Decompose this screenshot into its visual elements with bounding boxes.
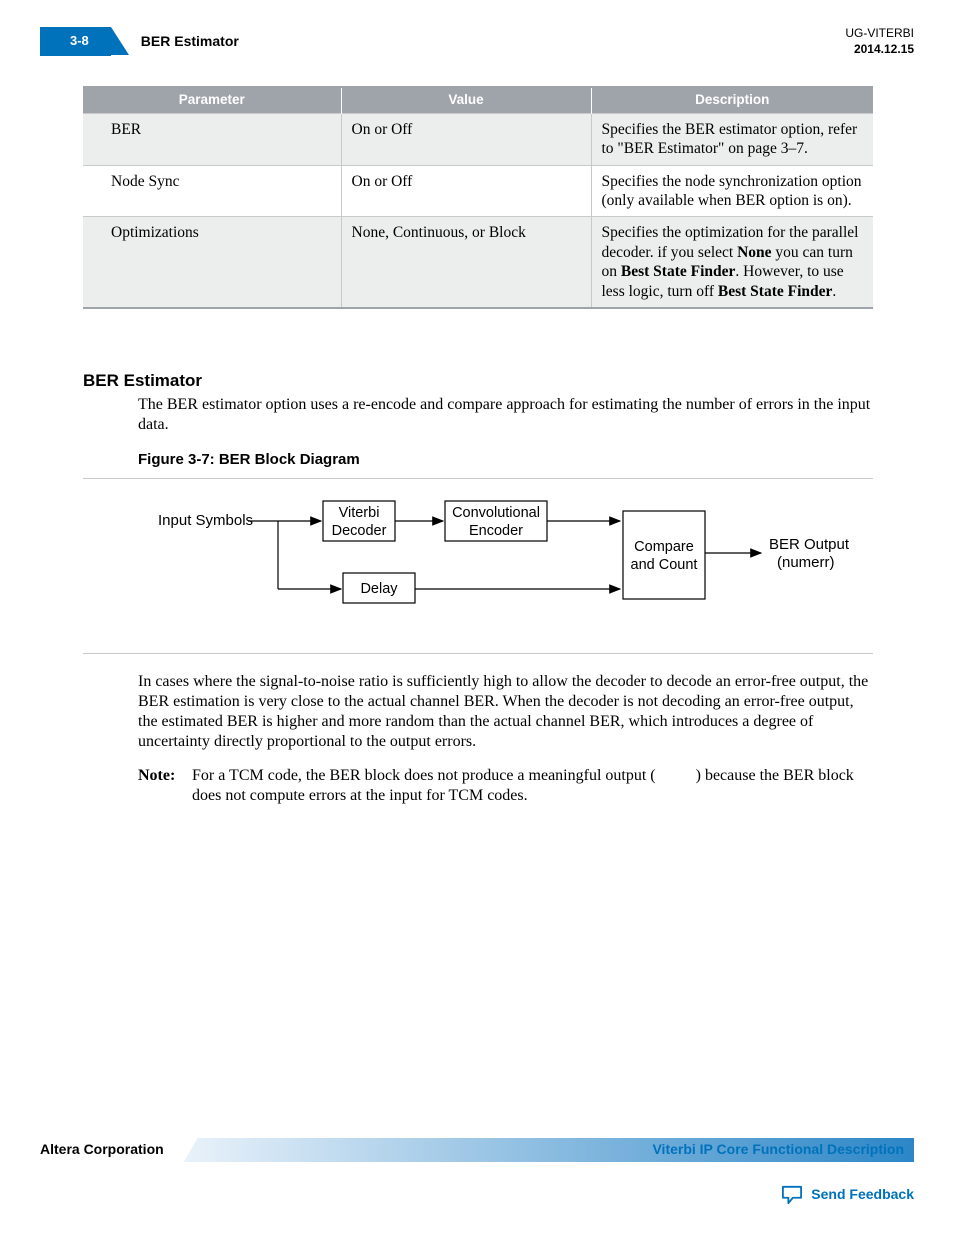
feedback-label: Send Feedback: [811, 1186, 914, 1204]
svg-text:(numerr): (numerr): [777, 554, 835, 571]
cell-desc: Specifies the optimization for the paral…: [591, 217, 873, 308]
header-left: 3-8 BER Estimator: [40, 27, 239, 55]
cell-desc: Specifies the BER estimator option, refe…: [591, 113, 873, 165]
figure-title: Figure 3-7: BER Block Diagram: [138, 451, 873, 470]
svg-text:Encoder: Encoder: [469, 523, 523, 539]
footer-company: Altera Corporation: [40, 1141, 184, 1159]
cell-value: On or Off: [341, 165, 591, 217]
cell-param: BER: [83, 113, 341, 165]
ber-block-diagram: Input Symbols Viterbi Decoder Convolutio…: [83, 497, 873, 627]
col-description: Description: [591, 87, 873, 113]
svg-text:Delay: Delay: [360, 581, 398, 597]
note-text: For a TCM code, the BER block does not p…: [192, 766, 873, 806]
table-header-row: Parameter Value Description: [83, 87, 873, 113]
svg-text:Compare: Compare: [634, 539, 694, 555]
doc-date: 2014.12.15: [845, 42, 914, 58]
table-row: Node Sync On or Off Specifies the node s…: [83, 165, 873, 217]
table-row: Optimizations None, Continuous, or Block…: [83, 217, 873, 308]
footer-chapter-link[interactable]: Viterbi IP Core Functional Description: [652, 1141, 904, 1159]
page-header: 3-8 BER Estimator UG-VITERBI 2014.12.15: [40, 26, 914, 57]
figure-frame: Input Symbols Viterbi Decoder Convolutio…: [83, 478, 873, 654]
footer-gradient: Viterbi IP Core Functional Description: [184, 1138, 914, 1162]
table-row: BER On or Off Specifies the BER estimato…: [83, 113, 873, 165]
note-label: Note:: [138, 766, 184, 806]
svg-text:Viterbi: Viterbi: [339, 505, 380, 521]
header-right: UG-VITERBI 2014.12.15: [845, 26, 914, 57]
section-para2: In cases where the signal-to-noise ratio…: [138, 672, 873, 752]
feedback-icon: [781, 1185, 803, 1205]
cell-param: Optimizations: [83, 217, 341, 308]
section-heading: BER Estimator: [83, 370, 873, 391]
col-value: Value: [341, 87, 591, 113]
section-intro: The BER estimator option uses a re-encod…: [138, 395, 873, 435]
page-number-tab: 3-8: [40, 27, 111, 55]
page-footer: Altera Corporation Viterbi IP Core Funct…: [40, 1137, 914, 1205]
svg-text:and Count: and Count: [631, 557, 698, 573]
doc-id: UG-VITERBI: [845, 26, 914, 42]
cell-desc: Specifies the node synchronization optio…: [591, 165, 873, 217]
section-ber-estimator: BER Estimator The BER estimator option u…: [83, 370, 873, 806]
diagram-input-label: Input Symbols: [158, 512, 253, 529]
cell-param: Node Sync: [83, 165, 341, 217]
parameter-table: Parameter Value Description BER On or Of…: [83, 86, 873, 309]
svg-text:Decoder: Decoder: [332, 523, 387, 539]
cell-value: On or Off: [341, 113, 591, 165]
note-block: Note: For a TCM code, the BER block does…: [138, 766, 873, 806]
svg-text:Convolutional: Convolutional: [452, 505, 540, 521]
send-feedback-link[interactable]: Send Feedback: [40, 1185, 914, 1205]
svg-text:BER Output: BER Output: [769, 536, 850, 553]
col-parameter: Parameter: [83, 87, 341, 113]
cell-value: None, Continuous, or Block: [341, 217, 591, 308]
footer-bar: Altera Corporation Viterbi IP Core Funct…: [40, 1137, 914, 1163]
header-section-title: BER Estimator: [141, 33, 239, 51]
